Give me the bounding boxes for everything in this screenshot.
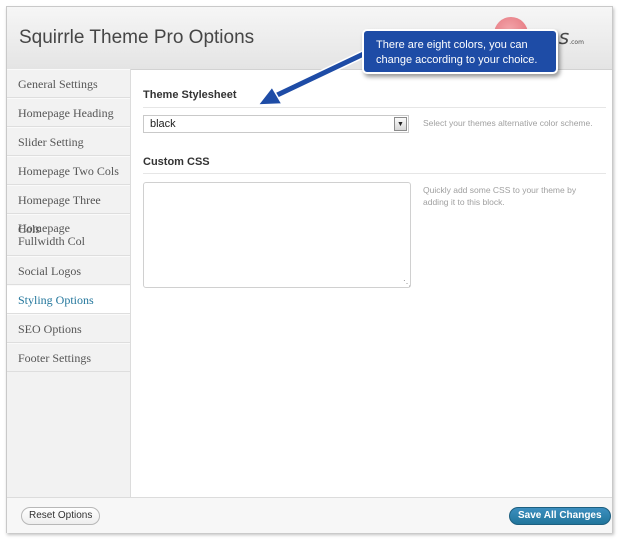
sidebar-item-slider-setting[interactable]: Slider Setting: [7, 127, 130, 156]
callout-text: There are eight colors, you can: [376, 39, 528, 51]
sidebar: General Settings Homepage Heading Slider…: [7, 69, 131, 497]
sidebar-item-homepage-fullwidth-col[interactable]: Homepage Fullwidth Col: [7, 214, 130, 256]
custom-css-help-line: Quickly add some CSS to your theme by: [423, 185, 577, 195]
stylesheet-select[interactable]: black ▼: [143, 115, 409, 133]
save-all-changes-button[interactable]: Save All Changes: [509, 507, 611, 525]
footer-bar: Reset Options Save All Changes: [7, 497, 612, 533]
theme-stylesheet-heading: Theme Stylesheet: [143, 89, 237, 101]
reset-options-button[interactable]: Reset Options: [21, 507, 101, 525]
sidebar-item-styling-options[interactable]: Styling Options: [7, 285, 130, 314]
divider: [143, 107, 606, 108]
sidebar-item-homepage-heading[interactable]: Homepage Heading: [7, 98, 130, 127]
stylesheet-help-text: Select your themes alternative color sch…: [423, 118, 593, 128]
main-content: Theme Stylesheet black ▼ Select your the…: [131, 69, 612, 497]
stylesheet-select-value: black: [150, 118, 176, 130]
chevron-down-icon[interactable]: ▼: [394, 117, 407, 131]
custom-css-help-text: Quickly add some CSS to your theme by ad…: [423, 184, 576, 208]
options-panel: Squirrle Theme Pro Options mes.com Gener…: [6, 6, 613, 533]
callout-text: change according to your choice.: [376, 54, 538, 66]
sidebar-item-general-settings[interactable]: General Settings: [7, 69, 130, 98]
custom-css-help-line: adding it to this block.: [423, 197, 505, 207]
callout-tooltip: There are eight colors, you can change a…: [362, 29, 558, 74]
logo-sub: .com: [569, 39, 584, 46]
sidebar-item-social-logos[interactable]: Social Logos: [7, 256, 130, 285]
resize-grip-icon[interactable]: ⋱: [403, 280, 411, 288]
sidebar-item-homepage-three-cols[interactable]: Homepage Three Cols: [7, 185, 130, 236]
custom-css-heading: Custom CSS: [143, 156, 210, 168]
sidebar-item-seo-options[interactable]: SEO Options: [7, 314, 130, 343]
page-title: Squirrle Theme Pro Options: [19, 27, 255, 48]
sidebar-item-homepage-two-cols[interactable]: Homepage Two Cols: [7, 156, 130, 185]
divider: [143, 173, 606, 174]
custom-css-textarea[interactable]: [143, 182, 411, 288]
sidebar-item-footer-settings[interactable]: Footer Settings: [7, 343, 130, 372]
